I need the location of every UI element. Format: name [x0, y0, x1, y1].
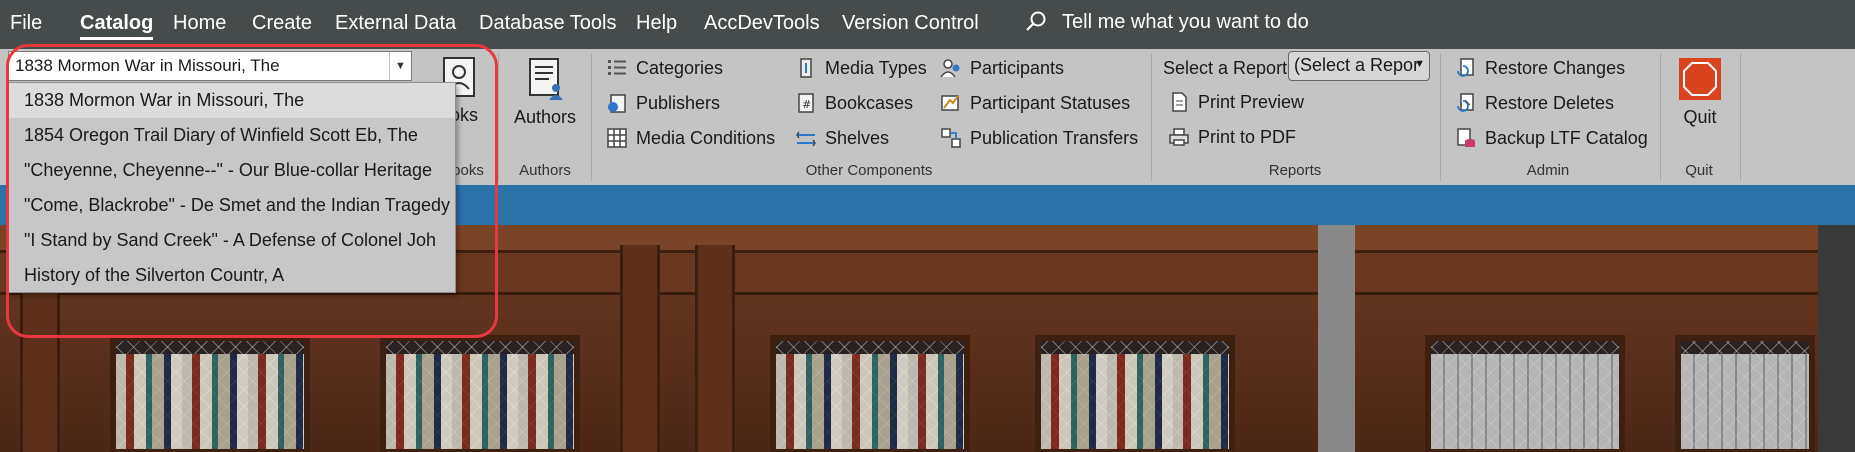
cabinet-middle [690, 225, 1320, 452]
media-types-button[interactable]: Media Types [795, 54, 927, 82]
authors-icon [529, 58, 564, 100]
book-globe-icon [608, 94, 626, 113]
participants-button[interactable]: Participants [940, 54, 1064, 82]
dropdown-item[interactable]: History of the Silverton Countr, A [9, 258, 455, 293]
menu-database-tools[interactable]: Database Tools [479, 12, 617, 35]
restore-delete-icon [1457, 93, 1474, 112]
backup-label: Backup LTF Catalog [1485, 127, 1648, 148]
participants-label: Participants [970, 57, 1065, 78]
books-group-label: ooks [452, 162, 484, 179]
group-separator [498, 53, 499, 181]
chevron-down-icon: ▼ [1414, 58, 1425, 70]
publication-transfers-label: Publication Transfers [970, 127, 1139, 148]
restore-changes-button[interactable]: Restore Changes [1455, 54, 1625, 82]
group-separator [591, 53, 592, 181]
publishers-label: Publishers [636, 92, 721, 113]
dropdown-item[interactable]: 1854 Oregon Trail Diary of Winfield Scot… [9, 118, 455, 153]
status-icon [941, 95, 959, 111]
window-edge [1818, 225, 1855, 452]
database-icon [1457, 128, 1475, 147]
restore-deletes-label: Restore Deletes [1485, 92, 1615, 113]
print-pdf-button[interactable]: Print to PDF [1168, 123, 1296, 151]
chevron-down-icon[interactable]: ▼ [389, 52, 411, 80]
quit-button-label: Quit [1683, 107, 1717, 127]
tell-me-search[interactable]: Tell me what you want to do [1024, 10, 1309, 34]
restore-deletes-button[interactable]: Restore Deletes [1455, 89, 1614, 117]
menu-bar: File Catalog Home Create External Data D… [0, 0, 1855, 49]
bookcase-icon: # [798, 93, 814, 113]
dropdown-item[interactable]: "Come, Blackrobe" - De Smet and the Indi… [9, 188, 455, 223]
tell-me-text: Tell me what you want to do [1062, 10, 1309, 33]
report-select[interactable]: (Select a Repor ▼ [1288, 51, 1430, 81]
shelves-label: Shelves [825, 127, 890, 148]
authors-group-label: Authors [519, 162, 571, 179]
backup-button[interactable]: Backup LTF Catalog [1455, 124, 1648, 152]
menu-catalog[interactable]: Catalog [80, 12, 154, 40]
publication-transfers-button[interactable]: Publication Transfers [940, 124, 1138, 152]
shelves-button[interactable]: Shelves [795, 124, 889, 152]
authors-button-label: Authors [514, 107, 577, 127]
print-pdf-label: Print to PDF [1198, 126, 1297, 147]
app-window: File Catalog Home Create External Data D… [0, 0, 1855, 452]
book-combo[interactable]: 1838 Mormon War in Missouri, The ▼ [8, 51, 412, 81]
bookcases-label: Bookcases [825, 92, 914, 113]
quit-group-label: Quit [1685, 162, 1713, 179]
categories-label: Categories [636, 57, 724, 78]
group-separator [1440, 53, 1441, 181]
dropdown-item[interactable]: "Cheyenne, Cheyenne--" - Our Blue-collar… [9, 153, 455, 188]
menu-accdevtools[interactable]: AccDevTools [704, 12, 820, 35]
menu-version-control[interactable]: Version Control [842, 12, 979, 35]
menu-external-data[interactable]: External Data [335, 12, 456, 35]
dropdown-item[interactable]: 1838 Mormon War in Missouri, The [9, 83, 455, 118]
media-conditions-label: Media Conditions [636, 127, 776, 148]
dropdown-item[interactable]: "I Stand by Sand Creek" - A Defense of C… [9, 223, 455, 258]
select-report-label: Select a Report [1163, 57, 1288, 78]
media-icon [800, 58, 812, 78]
document-icon [1172, 92, 1187, 112]
other-components-group-label: Other Components [805, 162, 933, 179]
transfer-icon [941, 128, 961, 148]
group-separator [1660, 53, 1661, 181]
menu-create[interactable]: Create [252, 12, 312, 35]
menu-help[interactable]: Help [636, 12, 677, 35]
menu-home[interactable]: Home [173, 12, 226, 35]
stop-sign-icon [1679, 58, 1721, 100]
group-separator [1740, 53, 1741, 181]
list-icon [608, 60, 626, 75]
report-select-value: (Select a Repor [1294, 55, 1420, 75]
participant-statuses-button[interactable]: Participant Statuses [940, 89, 1130, 117]
media-types-label: Media Types [825, 57, 927, 78]
restore-icon [1457, 58, 1474, 77]
participant-statuses-label: Participant Statuses [970, 92, 1131, 113]
print-preview-button[interactable]: Print Preview [1168, 88, 1304, 116]
svg-text:#: # [802, 98, 811, 111]
bookcases-button[interactable]: # Bookcases [795, 89, 913, 117]
printer-icon [1169, 128, 1189, 146]
book-combo-value: 1838 Mormon War in Missouri, The [15, 56, 280, 75]
restore-changes-label: Restore Changes [1485, 57, 1626, 78]
menu-file[interactable]: File [10, 12, 42, 35]
authors-button[interactable]: Authors [514, 57, 576, 128]
media-conditions-button[interactable]: Media Conditions [606, 124, 775, 152]
book-combo-dropdown: 1838 Mormon War in Missouri, The 1854 Or… [8, 82, 456, 293]
print-preview-label: Print Preview [1198, 91, 1305, 112]
grid-icon [607, 128, 627, 148]
cabinet-right [1355, 225, 1818, 452]
quit-button[interactable]: Quit [1678, 57, 1722, 128]
publishers-button[interactable]: Publishers [606, 89, 720, 117]
admin-group-label: Admin [1526, 162, 1570, 179]
search-icon [1026, 11, 1046, 31]
people-icon [940, 59, 960, 78]
shelves-icon [796, 131, 816, 147]
group-separator [1151, 53, 1152, 181]
categories-button[interactable]: Categories [606, 54, 723, 82]
reports-group-label: Reports [1268, 162, 1322, 179]
